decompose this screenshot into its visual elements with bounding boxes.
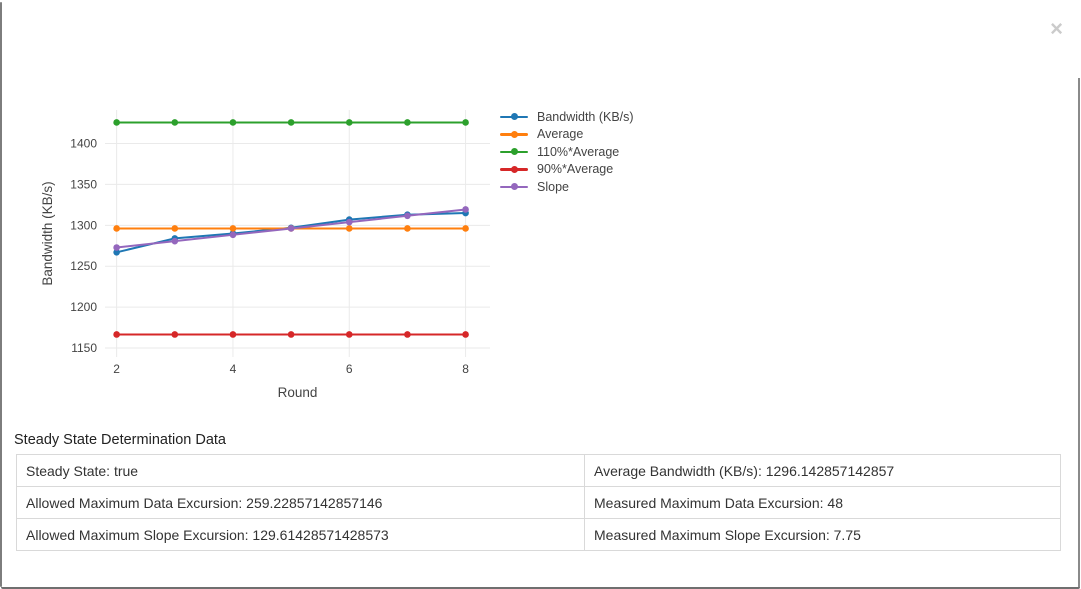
table-row: Allowed Maximum Slope Excursion: 129.614… <box>17 519 1061 551</box>
data-point <box>462 225 469 232</box>
legend-item-bandwidth-kb-s-[interactable]: Bandwidth (KB/s) <box>500 108 634 126</box>
legend-line-marker-icon <box>500 130 528 138</box>
data-point <box>288 331 295 338</box>
data-point <box>346 119 353 126</box>
legend-item-slope[interactable]: Slope <box>500 178 634 196</box>
chart-legend: Bandwidth (KB/s) Average 110%*Average 90%*A… <box>500 108 634 196</box>
data-point <box>113 225 120 232</box>
chart-gridlines <box>105 110 490 357</box>
x-tick-label: 6 <box>346 362 353 376</box>
legend-item-average[interactable]: Average <box>500 126 634 144</box>
table-row: Steady State: true Average Bandwidth (KB… <box>17 455 1061 487</box>
data-point <box>171 225 178 232</box>
data-point <box>230 225 237 232</box>
data-point <box>288 225 295 232</box>
x-tick-label: 2 <box>113 362 120 376</box>
data-point <box>346 219 353 226</box>
average-bandwidth-cell: Average Bandwidth (KB/s): 1296.142857142… <box>585 455 1061 487</box>
x-tick-label: 4 <box>230 362 237 376</box>
legend-label: 110%*Average <box>537 145 619 159</box>
series-90-average <box>113 331 469 338</box>
x-tick-label: 8 <box>462 362 469 376</box>
legend-line-marker-icon <box>500 113 528 121</box>
steady-state-table: Steady State: true Average Bandwidth (KB… <box>16 454 1061 551</box>
steady-state-section: Steady State Determination Data Steady S… <box>0 432 1081 551</box>
data-point <box>171 119 178 126</box>
legend-item-90-average[interactable]: 90%*Average <box>500 161 634 179</box>
data-point <box>404 225 411 232</box>
legend-label: Average <box>537 127 583 141</box>
y-tick-label: 1300 <box>70 218 97 232</box>
data-point <box>230 232 237 239</box>
table-row: Allowed Maximum Data Excursion: 259.2285… <box>17 487 1061 519</box>
data-point <box>462 331 469 338</box>
data-point <box>113 119 120 126</box>
series-110-average <box>113 119 469 126</box>
legend-label: Slope <box>537 180 569 194</box>
chart-tick-labels: 1150 1200 1250 1300 1350 1400 2 4 6 8 <box>70 137 469 376</box>
legend-item-110-average[interactable]: 110%*Average <box>500 143 634 161</box>
bandwidth-chart[interactable]: 1150 1200 1250 1300 1350 1400 2 4 6 8 Bandwidth (K… <box>30 85 690 420</box>
legend-line-marker-icon <box>500 165 528 173</box>
legend-label: 90%*Average <box>537 162 613 176</box>
data-point <box>462 119 469 126</box>
y-tick-label: 1400 <box>70 137 97 151</box>
legend-line-marker-icon <box>500 183 528 191</box>
close-icon[interactable]: × <box>1050 18 1063 40</box>
legend-label: Bandwidth (KB/s) <box>537 110 634 124</box>
data-point <box>404 213 411 220</box>
data-point <box>404 119 411 126</box>
series-bandwidth-kb-s- <box>113 210 469 256</box>
data-point <box>113 331 120 338</box>
steady-state-cell: Steady State: true <box>17 455 585 487</box>
data-point <box>346 225 353 232</box>
y-tick-label: 1350 <box>70 177 97 191</box>
data-point <box>288 119 295 126</box>
data-point <box>171 331 178 338</box>
data-point <box>230 119 237 126</box>
x-axis-title: Round <box>278 385 318 400</box>
allowed-slope-excursion-cell: Allowed Maximum Slope Excursion: 129.614… <box>17 519 585 551</box>
y-tick-label: 1250 <box>70 259 97 273</box>
section-title: Steady State Determination Data <box>14 432 1081 448</box>
data-point <box>404 331 411 338</box>
y-axis-title: Bandwidth (KB/s) <box>40 181 55 285</box>
data-point <box>346 331 353 338</box>
legend-line-marker-icon <box>500 148 528 156</box>
data-point <box>171 238 178 245</box>
data-point <box>113 244 120 251</box>
data-point <box>462 206 469 213</box>
y-tick-label: 1150 <box>71 341 97 355</box>
measured-slope-excursion-cell: Measured Maximum Slope Excursion: 7.75 <box>585 519 1061 551</box>
allowed-data-excursion-cell: Allowed Maximum Data Excursion: 259.2285… <box>17 487 585 519</box>
y-tick-label: 1200 <box>70 300 97 314</box>
data-point <box>230 331 237 338</box>
measured-data-excursion-cell: Measured Maximum Data Excursion: 48 <box>585 487 1061 519</box>
